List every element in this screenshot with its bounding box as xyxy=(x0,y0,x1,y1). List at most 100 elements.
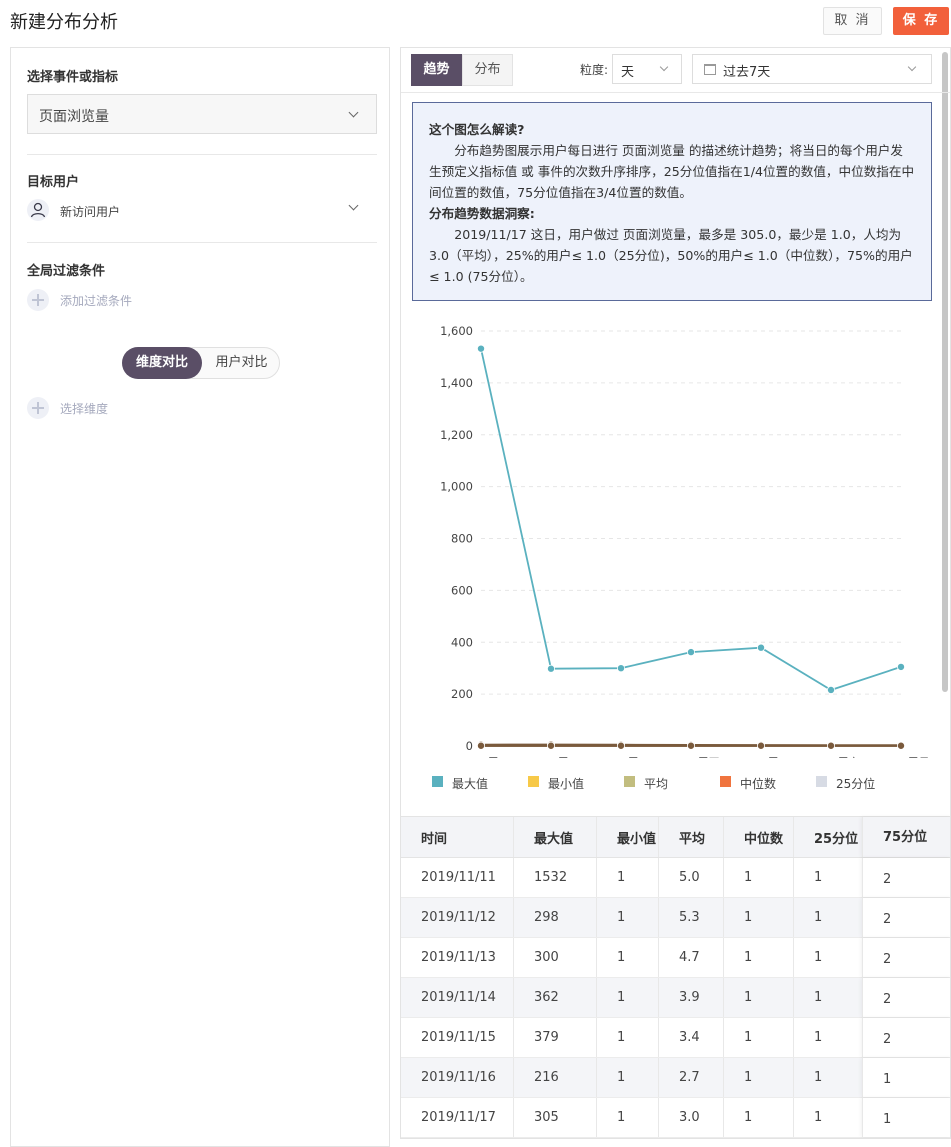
legend-item[interactable]: 中位数 xyxy=(720,775,776,792)
tab-trend[interactable]: 趋势 xyxy=(411,54,462,86)
event-section-title: 选择事件或指标 xyxy=(27,70,119,85)
table-cell: 2019/11/17 xyxy=(401,1098,514,1137)
table-cell: 1 xyxy=(883,1072,892,1087)
table-cell: 1 xyxy=(794,1058,863,1097)
table-header-cell: 最大值 xyxy=(514,817,597,857)
data-point[interactable] xyxy=(546,664,555,673)
legend-item[interactable]: 平均 xyxy=(624,775,668,792)
save-button[interactable]: 保 存 xyxy=(893,7,949,35)
data-point[interactable] xyxy=(686,741,695,750)
y-tick-label: 200 xyxy=(451,687,473,701)
divider xyxy=(27,242,377,243)
target-user-select[interactable]: 新访问用户 xyxy=(60,203,120,220)
data-point[interactable] xyxy=(686,648,695,657)
legend-item[interactable]: 25分位 xyxy=(816,775,875,792)
add-filter-icon[interactable] xyxy=(27,289,49,311)
x-tick-label: 11/14 周四 xyxy=(662,756,719,758)
x-tick-label: 11/16 周六 xyxy=(802,756,859,758)
view-tabs: 趋势 分布 xyxy=(411,54,513,86)
add-dimension-icon[interactable] xyxy=(27,397,49,419)
add-dimension-button[interactable]: 选择维度 xyxy=(60,400,108,417)
data-point[interactable] xyxy=(826,741,835,750)
table-cell: 1532 xyxy=(514,858,597,897)
data-point[interactable] xyxy=(756,643,765,652)
legend-item[interactable]: 最大值 xyxy=(432,775,488,792)
table-cell: 1 xyxy=(597,1018,659,1057)
insight-title: 分布趋势数据洞察: xyxy=(429,206,535,221)
tab-user-compare[interactable]: 用户对比 xyxy=(203,348,280,378)
x-tick-label: 11/17 周日 xyxy=(872,756,929,758)
granularity-select[interactable]: 天 xyxy=(612,54,682,84)
legend-swatch xyxy=(624,776,635,787)
table-cell: 1 xyxy=(794,978,863,1017)
table-row: 2019/11/14 362 1 3.9 1 1 2 xyxy=(401,978,950,1018)
table-cell: 1 xyxy=(724,1058,794,1097)
cancel-button[interactable]: 取 消 xyxy=(823,7,882,35)
event-select-value: 页面浏览量 xyxy=(39,109,109,125)
table-cell: 1 xyxy=(597,858,659,897)
chart-explanation-box: 这个图怎么解读? 分布趋势图展示用户每日进行 页面浏览量 的描述统计趋势；将当日… xyxy=(412,102,932,301)
granularity-label: 粒度: xyxy=(580,63,609,77)
table-cell: 1 xyxy=(724,858,794,897)
table-cell: 1 xyxy=(724,1018,794,1057)
data-point[interactable] xyxy=(896,741,905,750)
compare-mode-toggle: 维度对比 用户对比 xyxy=(122,347,280,379)
table-cell: 3.9 xyxy=(659,978,724,1017)
add-filter-button[interactable]: 添加过滤条件 xyxy=(60,292,132,309)
y-tick-label: 1,000 xyxy=(440,480,473,494)
chevron-down-icon xyxy=(907,62,917,72)
legend-swatch xyxy=(432,776,443,787)
table-cell: 2019/11/14 xyxy=(401,978,514,1017)
data-point[interactable] xyxy=(616,664,625,673)
table-cell: 305 xyxy=(514,1098,597,1137)
tab-dimension-compare[interactable]: 维度对比 xyxy=(122,347,202,379)
data-point[interactable] xyxy=(477,344,486,353)
stats-table: 时间 最大值 最小值 平均 中位数 25分位 75分位 2019/11/11 1532 1 5.0 1… xyxy=(401,816,950,1138)
legend-label: 25分位 xyxy=(836,777,876,791)
table-cell: 1 xyxy=(794,1018,863,1057)
data-point[interactable] xyxy=(826,685,835,694)
table-cell: 2019/11/15 xyxy=(401,1018,514,1057)
chevron-down-icon[interactable] xyxy=(348,200,359,211)
table-cell: 2 xyxy=(883,912,892,927)
chevron-down-icon xyxy=(348,107,359,118)
user-icon xyxy=(27,199,49,221)
table-cell: 1 xyxy=(794,938,863,977)
y-tick-label: 400 xyxy=(451,635,473,649)
table-cell: 2 xyxy=(883,952,892,967)
date-range-select[interactable]: 过去7天 xyxy=(692,54,932,84)
event-select[interactable]: 页面浏览量 xyxy=(27,94,377,134)
legend-item[interactable]: 最小值 xyxy=(528,775,584,792)
table-cell: 1 xyxy=(597,938,659,977)
data-point[interactable] xyxy=(616,741,625,750)
tab-distribution[interactable]: 分布 xyxy=(462,54,513,86)
table-cell: 2019/11/16 xyxy=(401,1058,514,1097)
data-point[interactable] xyxy=(896,662,905,671)
page-header: 新建分布分析 取 消 保 存 xyxy=(0,0,951,40)
table-cell: 2019/11/13 xyxy=(401,938,514,977)
table-header-cell: 最小值 xyxy=(597,817,659,857)
trend-line-chart: 0 200 400 600 800 1,000 1,200 1,400 1,600 11/11 周… xyxy=(440,324,930,758)
data-point[interactable] xyxy=(756,741,765,750)
table-cell: 379 xyxy=(514,1018,597,1057)
target-section-title: 目标用户 xyxy=(27,175,80,190)
table-cell: 5.3 xyxy=(659,898,724,937)
y-tick-label: 600 xyxy=(451,583,473,597)
table-row: 2019/11/12 298 1 5.3 1 1 2 xyxy=(401,898,950,938)
data-point[interactable] xyxy=(546,741,555,750)
table-header-cell: 中位数 xyxy=(724,817,794,857)
table-cell: 1 xyxy=(883,1112,892,1127)
date-range-value: 过去7天 xyxy=(723,65,771,80)
table-cell: 3.4 xyxy=(659,1018,724,1057)
table-cell: 2019/11/11 xyxy=(401,858,514,897)
legend-swatch xyxy=(816,776,827,787)
table-cell: 362 xyxy=(514,978,597,1017)
table-cell: 216 xyxy=(514,1058,597,1097)
y-tick-label: 0 xyxy=(466,739,473,753)
legend-swatch xyxy=(720,776,731,787)
y-tick-label: 1,600 xyxy=(440,324,473,338)
data-point[interactable] xyxy=(477,741,486,750)
page-title: 新建分布分析 xyxy=(10,12,118,33)
legend-label: 最大值 xyxy=(452,777,489,791)
table-cell: 298 xyxy=(514,898,597,937)
